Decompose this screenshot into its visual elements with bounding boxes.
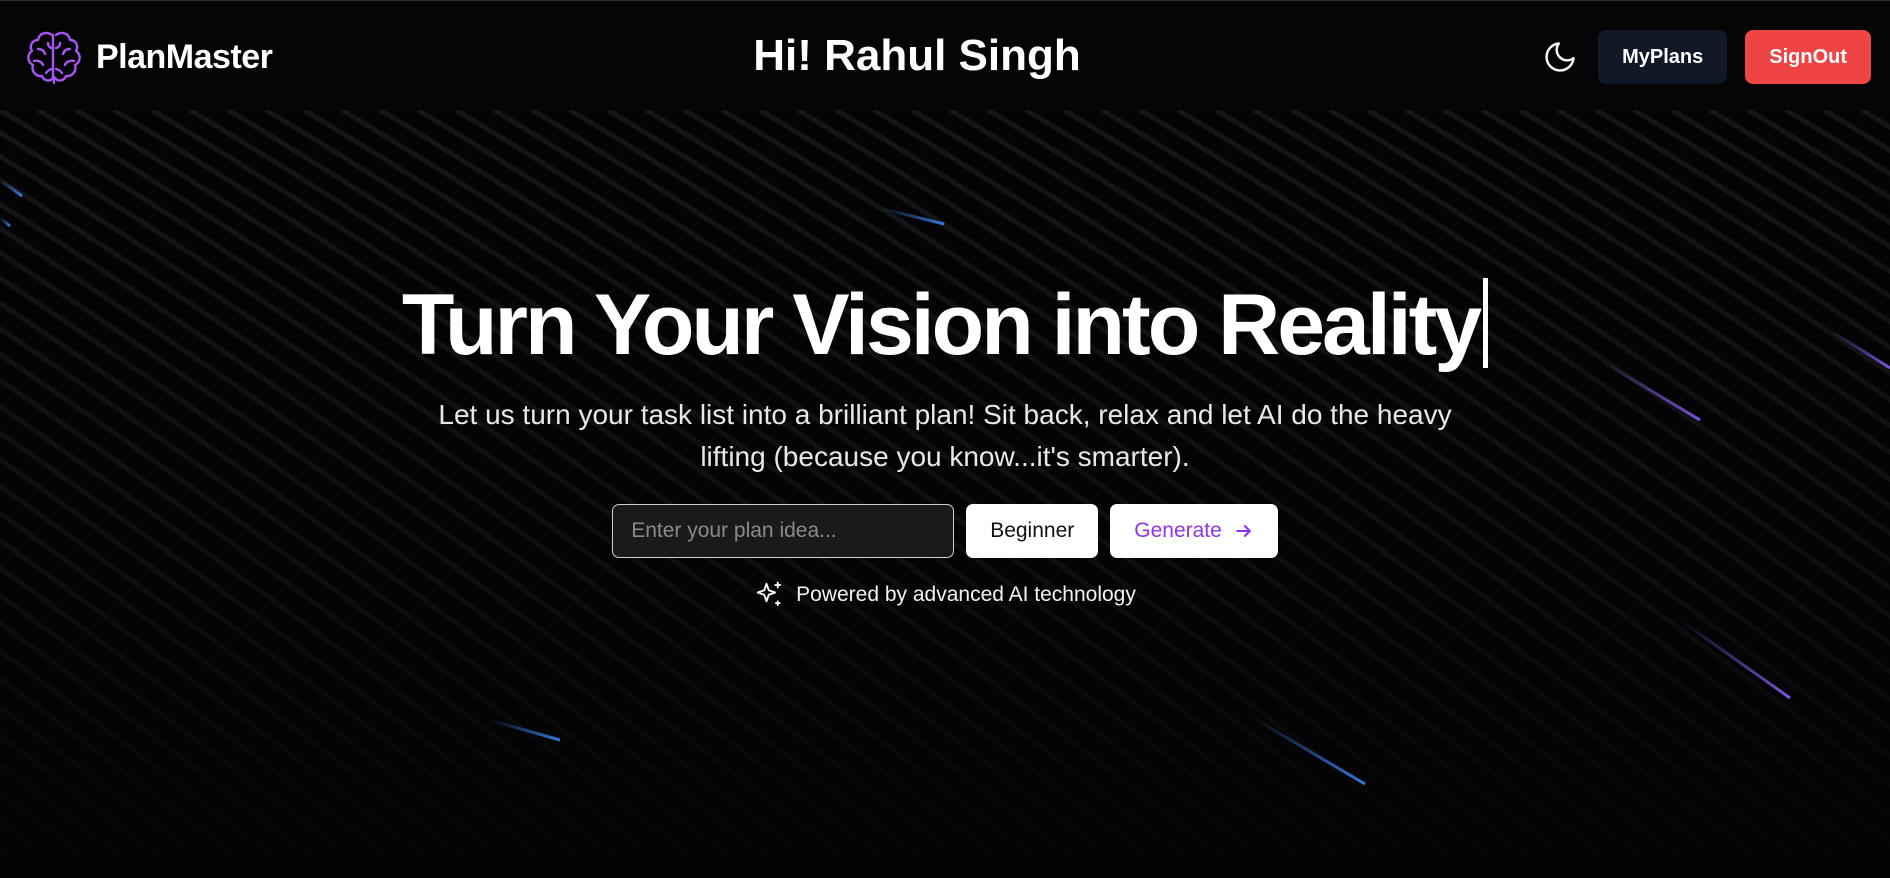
light-streak [489,718,561,742]
generate-button-label: Generate [1134,519,1222,542]
hero-subtitle: Let us turn your task list into a brilli… [438,399,1452,472]
top-navbar: PlanMaster Hi! Rahul Singh MyPlans SignO… [0,0,1890,110]
hero-section: Turn Your Vision into Reality Let us tur… [0,270,1890,610]
light-streak [879,206,945,226]
light-streak [0,216,11,228]
arrow-right-icon [1236,525,1251,537]
light-streak [1679,618,1791,700]
powered-by-note: Powered by advanced AI technology [0,580,1890,610]
plan-idea-input[interactable] [612,504,955,558]
light-streak [0,178,23,198]
moon-icon [1545,42,1575,72]
myplans-button[interactable]: MyPlans [1598,30,1728,84]
typing-cursor [1483,278,1489,368]
hero-title-text: Turn Your Vision into Reality [401,277,1482,373]
difficulty-level-button[interactable]: Beginner [966,504,1099,558]
powered-by-text: Powered by advanced AI technology [796,583,1136,606]
sparkles-icon [756,581,782,606]
hero-title: Turn Your Vision into Reality [0,270,1890,380]
page: PlanMaster Hi! Rahul Singh MyPlans SignO… [0,0,1890,878]
signout-button[interactable]: SignOut [1745,30,1871,84]
theme-toggle-button[interactable] [1540,37,1580,77]
light-streak [1249,714,1366,786]
generate-button[interactable]: Generate [1110,504,1278,558]
nav-actions: MyPlans SignOut [1540,30,1871,84]
plan-form: Beginner Generate [0,504,1890,558]
